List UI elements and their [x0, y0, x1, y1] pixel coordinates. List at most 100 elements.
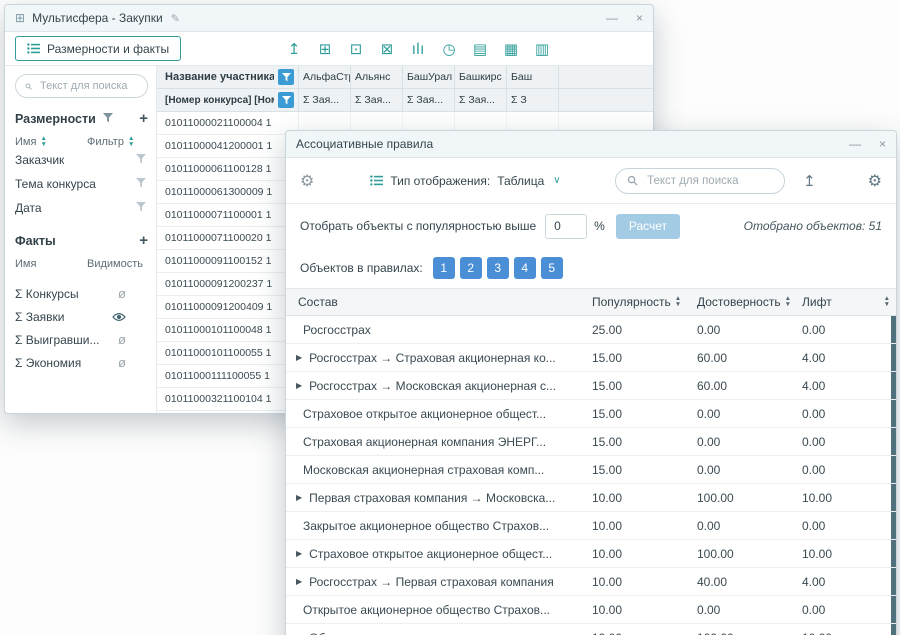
- participant-column[interactable]: АльфаСтр: [299, 66, 351, 88]
- dim-filter-sort[interactable]: Фильтр: [87, 136, 134, 148]
- scrollbar-thumb-segment[interactable]: [891, 624, 896, 635]
- rule-size-button-4[interactable]: 4: [514, 257, 536, 279]
- scrollbar-thumb-segment[interactable]: [891, 568, 896, 595]
- scrollbar-thumb-segment[interactable]: [891, 540, 896, 567]
- selection-icon[interactable]: ⊠: [378, 40, 396, 58]
- visibility-off-icon[interactable]: ø: [118, 287, 126, 300]
- scrollbar-thumb-segment[interactable]: [891, 428, 896, 455]
- filter-icon[interactable]: [136, 201, 146, 215]
- filter-icon[interactable]: [103, 112, 113, 126]
- scrollbar-thumb-segment[interactable]: [891, 596, 896, 623]
- calculate-button[interactable]: Расчет: [616, 214, 680, 239]
- rules-search[interactable]: [615, 168, 785, 194]
- lift-column-header[interactable]: Лифт: [794, 289, 896, 315]
- grid-icon[interactable]: ▦: [502, 40, 520, 58]
- bar-chart-icon[interactable]: ılı: [409, 40, 427, 58]
- export-icon[interactable]: ↥: [803, 172, 816, 190]
- scrollbar-thumb-segment[interactable]: [891, 316, 896, 343]
- display-type-dropdown[interactable]: Тип отображения: Таблица ∨: [370, 174, 560, 188]
- abacus-icon[interactable]: ▥: [533, 40, 551, 58]
- popularity-column-header[interactable]: Популярность: [584, 289, 689, 315]
- rule-popularity: 10.00: [584, 568, 689, 595]
- add-dimension-button[interactable]: +: [139, 110, 148, 127]
- filter-icon[interactable]: [136, 153, 146, 167]
- measure-header[interactable]: Σ Зая...: [403, 89, 455, 111]
- dimension-item[interactable]: Заказчик: [15, 148, 148, 172]
- rule-row[interactable]: Закрытое акционерное общество Страхов...…: [286, 512, 896, 540]
- dimensions-facts-button[interactable]: Размерности и факты: [15, 36, 181, 61]
- fact-item[interactable]: Σ Конкурсы ø: [15, 282, 148, 305]
- key-header-cell[interactable]: [Номер конкурса] [Номер лота]: [157, 89, 299, 111]
- participant-column[interactable]: БашУрал: [403, 66, 455, 88]
- rule-row[interactable]: ▶Росгосстрах → Московская акционерная с.…: [286, 372, 896, 400]
- filter-icon[interactable]: [136, 177, 146, 191]
- rules-search-input[interactable]: [645, 174, 765, 188]
- rule-row[interactable]: Открытое акционерное общество Страхов...…: [286, 596, 896, 624]
- fact-item[interactable]: Σ Заявки: [15, 305, 148, 328]
- measure-header[interactable]: Σ Зая...: [351, 89, 403, 111]
- popularity-input[interactable]: [545, 214, 587, 239]
- key-filter-button[interactable]: [278, 92, 294, 108]
- visibility-off-icon[interactable]: ø: [118, 356, 126, 369]
- rule-size-button-1[interactable]: 1: [433, 257, 455, 279]
- scrollbar-thumb-segment[interactable]: [891, 372, 896, 399]
- dim-name-sort[interactable]: Имя: [15, 136, 87, 148]
- pivot-icon[interactable]: ⊞: [316, 40, 334, 58]
- expand-icon[interactable]: ▶: [296, 353, 302, 362]
- sidebar-search-input[interactable]: [38, 79, 138, 93]
- rule-size-button-2[interactable]: 2: [460, 257, 482, 279]
- fact-item[interactable]: Σ Экономия ø: [15, 351, 148, 374]
- rule-size-button-3[interactable]: 3: [487, 257, 509, 279]
- participant-column[interactable]: Альянс: [351, 66, 403, 88]
- scrollbar-thumb-segment[interactable]: [891, 344, 896, 371]
- scrollbar-thumb-segment[interactable]: [891, 512, 896, 539]
- close-button[interactable]: ×: [636, 12, 643, 24]
- rule-row[interactable]: ▶Росгосстрах → Первая страховая компания…: [286, 568, 896, 596]
- rule-row[interactable]: Московская акционерная страховая комп...…: [286, 456, 896, 484]
- measure-header[interactable]: Σ З: [507, 89, 559, 111]
- participant-column[interactable]: Баш: [507, 66, 559, 88]
- rename-icon[interactable]: ✎: [171, 12, 180, 25]
- main-titlebar[interactable]: ⊞ Мультисфера - Закупки ✎ — ×: [5, 5, 653, 32]
- gauge-icon[interactable]: ◷: [440, 40, 458, 58]
- close-button[interactable]: ×: [879, 138, 886, 150]
- rule-row[interactable]: Росгосстрах 25.00 0.00 0.00: [286, 316, 896, 344]
- expand-icon[interactable]: ▶: [296, 493, 302, 502]
- dimension-item[interactable]: Дата: [15, 196, 148, 220]
- rule-row[interactable]: ▶Об... 10.00 100.00 10.00: [286, 624, 896, 635]
- rule-row[interactable]: ▶Росгосстрах → Страховая акционерная ко.…: [286, 344, 896, 372]
- scrollbar-thumb-segment[interactable]: [891, 484, 896, 511]
- sidebar-search[interactable]: [15, 74, 148, 98]
- scrollbar-thumb-segment[interactable]: [891, 456, 896, 483]
- rule-row[interactable]: Страховая акционерная компания ЭНЕРГ... …: [286, 428, 896, 456]
- rule-row[interactable]: ▶Страховое открытое акционерное общест..…: [286, 540, 896, 568]
- export-icon[interactable]: ↥: [285, 40, 303, 58]
- rule-row[interactable]: Страховое открытое акционерное общест...…: [286, 400, 896, 428]
- expand-icon[interactable]: ▶: [296, 381, 302, 390]
- participant-column[interactable]: Башкирс: [455, 66, 507, 88]
- expand-icon[interactable]: ▶: [296, 577, 302, 586]
- add-fact-button[interactable]: +: [139, 232, 148, 249]
- measure-header[interactable]: Σ Зая...: [299, 89, 351, 111]
- expand-icon[interactable]: ▶: [296, 549, 302, 558]
- minimize-button[interactable]: —: [849, 138, 861, 150]
- confidence-column-header[interactable]: Достоверность: [689, 289, 794, 315]
- rule-confidence: 100.00: [689, 624, 794, 635]
- minimize-button[interactable]: —: [606, 12, 618, 24]
- visibility-off-icon[interactable]: ø: [118, 333, 126, 346]
- participant-filter-button[interactable]: [278, 69, 294, 85]
- dimension-item[interactable]: Тема конкурса: [15, 172, 148, 196]
- fact-item[interactable]: Σ Выигравши... ø: [15, 328, 148, 351]
- rule-row[interactable]: ▶Первая страховая компания → Московска..…: [286, 484, 896, 512]
- composition-column-header[interactable]: Состав: [286, 289, 584, 315]
- settings-gear-icon[interactable]: ⚙: [868, 171, 882, 190]
- scrollbar-thumb-segment[interactable]: [891, 400, 896, 427]
- participant-header-cell[interactable]: Название участника: [157, 66, 299, 88]
- report-icon[interactable]: ▤: [471, 40, 489, 58]
- measure-header[interactable]: Σ Зая...: [455, 89, 507, 111]
- window-icon[interactable]: ⊡: [347, 40, 365, 58]
- rule-size-button-5[interactable]: 5: [541, 257, 563, 279]
- service-gear-icon[interactable]: ⚙: [300, 171, 314, 190]
- visibility-on-icon[interactable]: [112, 312, 126, 322]
- modal-titlebar[interactable]: Ассоциативные правила — ×: [286, 131, 896, 158]
